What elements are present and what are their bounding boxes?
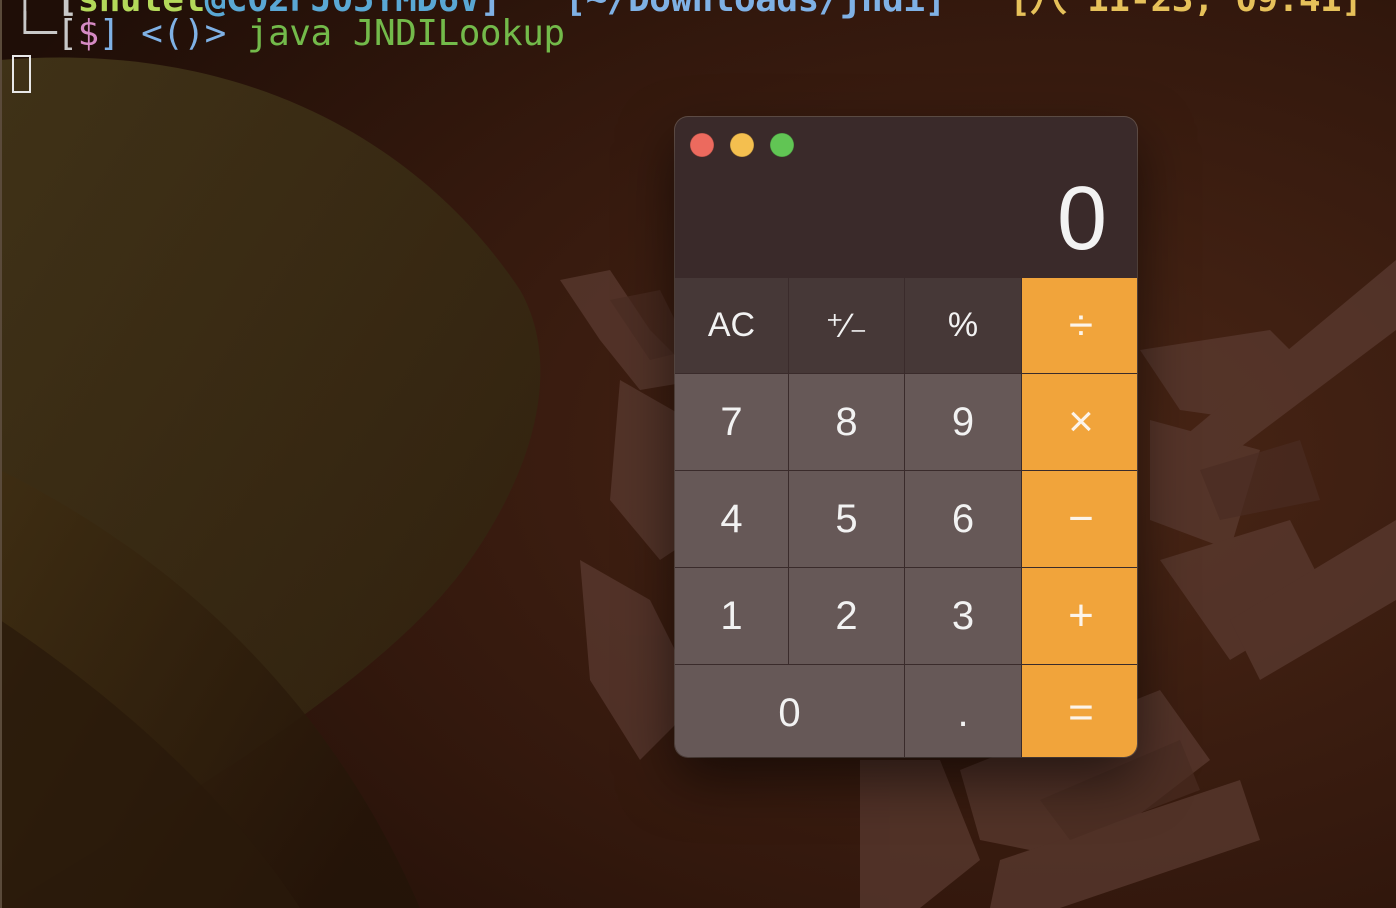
- digit-4-button[interactable]: 4: [675, 471, 788, 567]
- digit-5-button[interactable]: 5: [789, 471, 904, 567]
- prompt-corner: └─[: [14, 13, 78, 54]
- terminal-command-line: └─[$] <()> java JNDILookup: [14, 14, 565, 54]
- prompt-bracket: ]: [98, 13, 121, 54]
- terminal-command: java JNDILookup: [225, 13, 565, 54]
- digit-9-button[interactable]: 9: [905, 374, 1021, 470]
- calculator-titlebar[interactable]: [675, 117, 1137, 173]
- calculator-display: 0: [1056, 169, 1107, 269]
- zoom-icon[interactable]: [770, 133, 794, 157]
- prompt-separator-2: ─: [946, 0, 1010, 20]
- prompt-dollar: $: [77, 13, 100, 54]
- calculator-window[interactable]: 0 AC ⁺∕₋ % ÷ 7 8 9 × 4 5 6 − 1 2 3 + 0 .…: [675, 117, 1137, 757]
- divide-button[interactable]: ÷: [1022, 278, 1137, 373]
- digit-2-button[interactable]: 2: [789, 568, 904, 664]
- decimal-button[interactable]: .: [905, 665, 1021, 757]
- prompt-path: [~/Downloads/jndi]: [565, 0, 947, 20]
- prompt-time: [八 11-23, 09:41]: [1009, 0, 1363, 20]
- digit-8-button[interactable]: 8: [789, 374, 904, 470]
- prompt-symbol: <()>: [119, 13, 226, 54]
- digit-7-button[interactable]: 7: [675, 374, 788, 470]
- calculator-keypad: AC ⁺∕₋ % ÷ 7 8 9 × 4 5 6 − 1 2 3 + 0 . =: [675, 278, 1137, 757]
- multiply-button[interactable]: ×: [1022, 374, 1137, 470]
- digit-6-button[interactable]: 6: [905, 471, 1021, 567]
- minimize-icon[interactable]: [730, 133, 754, 157]
- percent-button[interactable]: %: [905, 278, 1021, 373]
- window-edge: [0, 0, 2, 908]
- add-button[interactable]: +: [1022, 568, 1137, 664]
- equals-button[interactable]: =: [1022, 665, 1137, 757]
- clear-button[interactable]: AC: [675, 278, 788, 373]
- digit-0-button[interactable]: 0: [675, 665, 904, 757]
- digit-3-button[interactable]: 3: [905, 568, 1021, 664]
- digit-1-button[interactable]: 1: [675, 568, 788, 664]
- close-icon[interactable]: [690, 133, 714, 157]
- subtract-button[interactable]: −: [1022, 471, 1137, 567]
- terminal-cursor: [12, 55, 31, 93]
- sign-toggle-button[interactable]: ⁺∕₋: [789, 278, 904, 373]
